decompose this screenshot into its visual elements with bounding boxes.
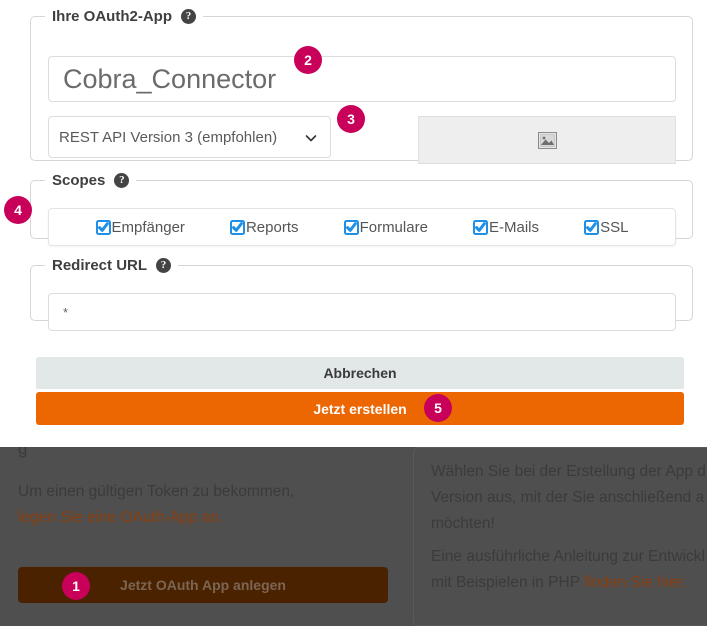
scope-item-empfaenger[interactable]: Empfänger	[95, 218, 185, 236]
dimmed-background-page: g Um einen gültigen Token zu bekommen, l…	[0, 447, 707, 626]
oauth-app-modal: Ihre OAuth2-App ? REST API Version 3 (em…	[0, 0, 707, 447]
background-right-paragraph-1-line-2: Version aus, mit der Sie anschließend a	[431, 489, 705, 506]
scope-label: E-Mails	[488, 218, 539, 236]
scopes-legend-label: Scopes	[52, 172, 106, 189]
oauth-app-link[interactable]: legen Sie eine OAuth-App an.	[18, 509, 223, 526]
background-left-column: g Um einen gültigen Token zu bekommen, l…	[0, 447, 413, 626]
scope-label: SSL	[600, 218, 629, 236]
step-badge-1: 1	[62, 572, 90, 600]
checkbox-checked-icon[interactable]	[343, 219, 359, 235]
documentation-link[interactable]: finden Sie hier.	[584, 574, 687, 591]
scope-item-emails[interactable]: E-Mails	[472, 218, 539, 236]
oauth2-app-legend: Ihre OAuth2-App ?	[45, 8, 203, 25]
app-name-input[interactable]	[48, 56, 676, 102]
background-right-paragraph-2-line-1: Eine ausführliche Anleitung zur Entwickl	[431, 548, 705, 565]
background-right-paragraph-2-line-2-text: mit Beispielen in PHP	[431, 574, 585, 591]
background-left-paragraph: Um einen gültigen Token zu bekommen, leg…	[18, 479, 398, 531]
background-left-paragraph-text: Um einen gültigen Token zu bekommen,	[18, 483, 295, 500]
help-circle-icon[interactable]: ?	[181, 9, 196, 24]
oauth2-app-legend-label: Ihre OAuth2-App	[52, 8, 172, 25]
scope-item-ssl[interactable]: SSL	[584, 219, 628, 236]
scope-label: Formulare	[359, 218, 428, 236]
scopes-list: Empfänger Reports Formulare E-Mails SSL	[48, 208, 676, 246]
scope-item-reports[interactable]: Reports	[229, 218, 299, 236]
redirect-url-legend-label: Redirect URL	[52, 257, 148, 274]
help-circle-icon[interactable]: ?	[114, 173, 130, 188]
redirect-url-fieldset: Redirect URL ?	[30, 257, 693, 331]
scopes-fieldset: Scopes ? Empfänger Reports Formulare E-M…	[30, 172, 693, 246]
background-right-paragraph-2: Eine ausführliche Anleitung zur Entwickl…	[431, 544, 707, 596]
api-version-select[interactable]: REST API Version 3 (empfohlen)	[48, 116, 331, 158]
background-right-paragraph-1: Wählen Sie bei der Erstellung der App d …	[431, 459, 707, 537]
app-logo-placeholder[interactable]	[418, 116, 676, 164]
scope-item-formulare[interactable]: Formulare	[343, 218, 428, 236]
checkbox-checked-icon[interactable]	[584, 219, 600, 235]
checkbox-checked-icon[interactable]	[472, 219, 488, 235]
background-right-paragraph-1-line-3: möchten!	[431, 515, 495, 532]
redirect-url-legend: Redirect URL ?	[45, 257, 178, 274]
broken-image-icon	[537, 131, 557, 149]
cancel-button[interactable]: Abbrechen	[36, 357, 684, 389]
step-badge-3: 3	[337, 105, 365, 133]
scopes-legend: Scopes ?	[45, 172, 136, 189]
help-circle-icon[interactable]: ?	[156, 258, 172, 273]
step-badge-2: 2	[294, 46, 322, 74]
step-badge-5: 5	[424, 394, 452, 422]
redirect-url-input[interactable]	[48, 293, 676, 331]
scope-label: Empfänger	[111, 218, 185, 236]
scope-label: Reports	[245, 218, 299, 236]
create-now-button[interactable]: Jetzt erstellen	[36, 392, 684, 425]
oauth2-app-fieldset: Ihre OAuth2-App ? REST API Version 3 (em…	[30, 8, 693, 164]
checkbox-checked-icon[interactable]	[229, 219, 245, 235]
background-right-paragraph-1-line-1: Wählen Sie bei der Erstellung der App d	[431, 463, 706, 480]
clipped-text-fragment: g	[18, 447, 28, 458]
background-right-column: Wählen Sie bei der Erstellung der App d …	[413, 447, 707, 626]
checkbox-checked-icon[interactable]	[95, 219, 111, 235]
step-badge-4: 4	[4, 196, 32, 224]
